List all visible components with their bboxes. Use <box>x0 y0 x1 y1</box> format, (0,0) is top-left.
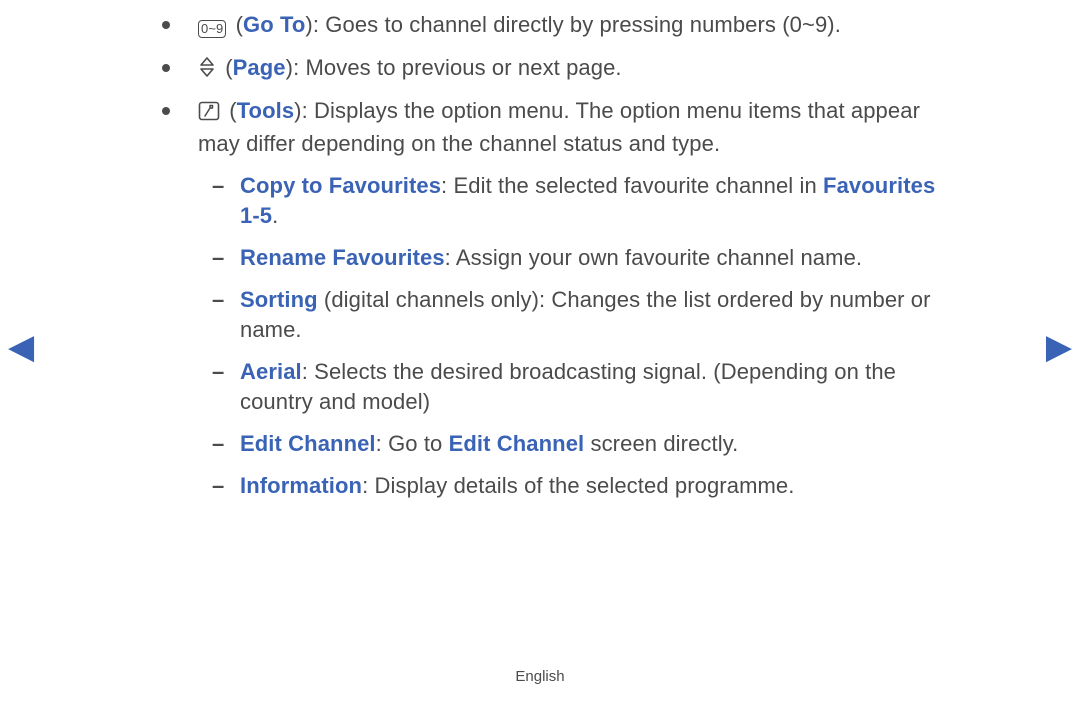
paren-open: ( <box>229 12 243 37</box>
sub-note: (digital channels only) <box>318 287 539 312</box>
feature-desc: : Displays the option menu. The option m… <box>198 98 920 156</box>
sub-name: Copy to Favourites <box>240 173 441 198</box>
feature-desc: : Goes to channel directly by pressing n… <box>313 12 841 37</box>
sub-item-rename-favourites: – Rename Favourites: Assign your own fav… <box>198 243 950 273</box>
sub-item-information: – Information: Display details of the se… <box>198 471 950 501</box>
tools-icon <box>198 99 220 129</box>
page-content: 0~9 (Go To): Goes to channel directly by… <box>140 10 950 511</box>
sub-desc-pre: : Edit the selected favourite channel in <box>441 173 823 198</box>
paren-close: ) <box>286 55 293 80</box>
paren-open: ( <box>219 55 233 80</box>
dash-icon: – <box>212 429 224 459</box>
top-bullet-list: 0~9 (Go To): Goes to channel directly by… <box>140 10 950 501</box>
sub-desc-pre: : Assign your own favourite channel name… <box>445 245 862 270</box>
list-item-page: (Page): Moves to previous or next page. <box>140 53 950 86</box>
paren-open: ( <box>223 98 237 123</box>
dash-icon: – <box>212 471 224 501</box>
sub-item-edit-channel: – Edit Channel: Go to Edit Channel scree… <box>198 429 950 459</box>
sub-desc-pre: : Go to <box>376 431 449 456</box>
sub-inline: Edit Channel <box>449 431 585 456</box>
dash-icon: – <box>212 357 224 387</box>
manual-page: ◀ ▶ 0~9 (Go To): Goes to channel directl… <box>0 0 1080 705</box>
sub-item-sorting: – Sorting (digital channels only): Chang… <box>198 285 950 345</box>
sub-name: Edit Channel <box>240 431 376 456</box>
sub-desc-post: screen directly. <box>584 431 738 456</box>
dash-icon: – <box>212 285 224 315</box>
feature-name: Go To <box>243 12 305 37</box>
tools-sub-list: – Copy to Favourites: Edit the selected … <box>198 171 950 501</box>
sub-desc-pre: : Selects the desired broadcasting signa… <box>240 359 896 414</box>
updown-icon <box>198 56 216 86</box>
sub-desc-pre: : Display details of the selected progra… <box>362 473 794 498</box>
sub-name: Information <box>240 473 362 498</box>
paren-close: ) <box>294 98 301 123</box>
sub-name: Rename Favourites <box>240 245 445 270</box>
dash-icon: – <box>212 171 224 201</box>
feature-name: Page <box>233 55 286 80</box>
sub-desc-post: . <box>272 203 278 228</box>
list-item-goto: 0~9 (Go To): Goes to channel directly by… <box>140 10 950 43</box>
digits-key-icon: 0~9 <box>198 13 226 43</box>
sub-item-aerial: – Aerial: Selects the desired broadcasti… <box>198 357 950 417</box>
list-item-tools: (Tools): Displays the option menu. The o… <box>140 96 950 501</box>
sub-item-copy-favourites: – Copy to Favourites: Edit the selected … <box>198 171 950 231</box>
sub-name: Aerial <box>240 359 302 384</box>
sub-name: Sorting <box>240 287 318 312</box>
nav-prev-icon[interactable]: ◀ <box>8 330 34 364</box>
nav-next-icon[interactable]: ▶ <box>1046 330 1072 364</box>
footer-language: English <box>0 668 1080 685</box>
feature-desc: : Moves to previous or next page. <box>293 55 622 80</box>
feature-name: Tools <box>237 98 295 123</box>
paren-close: ) <box>305 12 312 37</box>
dash-icon: – <box>212 243 224 273</box>
